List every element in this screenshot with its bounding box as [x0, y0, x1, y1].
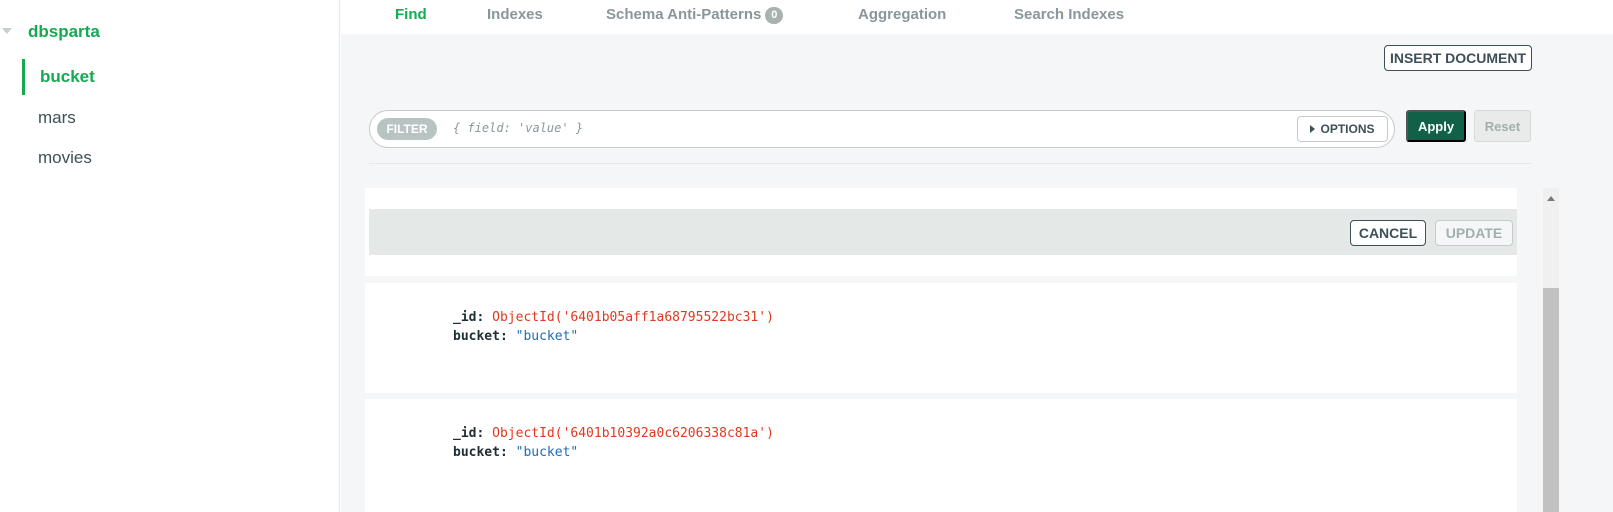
tab-schema-anti-patterns[interactable]: Schema Anti-Patterns 0 [606, 6, 784, 24]
cancel-button[interactable]: CANCEL [1350, 220, 1426, 246]
options-button[interactable]: OPTIONS [1297, 116, 1388, 142]
sidebar: dbsparta bucket mars movies [0, 0, 340, 512]
count-badge: 0 [765, 7, 784, 24]
tab-aggregation[interactable]: Aggregation [858, 6, 946, 23]
field-key: _id: [453, 310, 485, 325]
insert-document-button[interactable]: INSERT DOCUMENT [1384, 45, 1532, 71]
edit-toolbar: CANCEL UPDATE [369, 209, 1517, 255]
main-panel: Find Indexes Schema Anti-Patterns 0 Aggre… [341, 0, 1613, 512]
caret-down-icon[interactable] [2, 28, 12, 34]
field-value: ObjectId('6401b10392a0c6206338c81a') [492, 426, 774, 441]
document-fields: _id: ObjectId('6401b10392a0c6206338c81a'… [453, 424, 774, 462]
sidebar-item-bucket[interactable]: bucket [22, 59, 332, 95]
field-key: bucket: [453, 445, 508, 460]
document-field-bucket: bucket: "bucket" [453, 327, 774, 346]
divider [369, 163, 1531, 164]
sidebar-item-mars[interactable]: mars [22, 100, 332, 136]
apply-button[interactable]: Apply [1406, 110, 1466, 142]
tab-find[interactable]: Find [395, 6, 427, 23]
scroll-up-icon[interactable] [1547, 196, 1555, 201]
document-card[interactable]: _id: ObjectId('6401b10392a0c6206338c81a'… [365, 399, 1517, 512]
document-field-bucket: bucket: "bucket" [453, 443, 774, 462]
sidebar-item-movies[interactable]: movies [22, 140, 332, 176]
filter-label: FILTER [377, 118, 437, 140]
reset-button[interactable]: Reset [1474, 110, 1531, 142]
field-value: "bucket" [515, 445, 579, 460]
document-field-id: _id: ObjectId('6401b10392a0c6206338c81a'… [453, 424, 774, 443]
caret-right-icon [1310, 125, 1316, 133]
tab-bar: Find Indexes Schema Anti-Patterns 0 Aggre… [341, 0, 1613, 34]
field-key: bucket: [453, 329, 508, 344]
filter-input[interactable]: { field: 'value' } [453, 121, 583, 135]
scrollbar-thumb[interactable] [1543, 288, 1559, 512]
field-value: ObjectId('6401b05aff1a68795522bc31') [492, 310, 774, 325]
document-field-id: _id: ObjectId('6401b05aff1a68795522bc31'… [453, 308, 774, 327]
database-name[interactable]: dbsparta [28, 22, 100, 42]
field-value: "bucket" [515, 329, 579, 344]
options-label: OPTIONS [1320, 122, 1375, 136]
tab-schema-anti-patterns-label: Schema Anti-Patterns [606, 6, 762, 23]
tab-indexes[interactable]: Indexes [487, 6, 543, 23]
update-button[interactable]: UPDATE [1435, 220, 1513, 246]
field-key: _id: [453, 426, 485, 441]
filter-bar[interactable]: FILTER { field: 'value' } OPTIONS [369, 110, 1395, 148]
document-card[interactable]: _id: ObjectId('6401b05aff1a68795522bc31'… [365, 283, 1517, 393]
edit-document-card: CANCEL UPDATE [365, 188, 1517, 276]
document-fields: _id: ObjectId('6401b05aff1a68795522bc31'… [453, 308, 774, 346]
tab-search-indexes[interactable]: Search Indexes [1014, 6, 1124, 23]
